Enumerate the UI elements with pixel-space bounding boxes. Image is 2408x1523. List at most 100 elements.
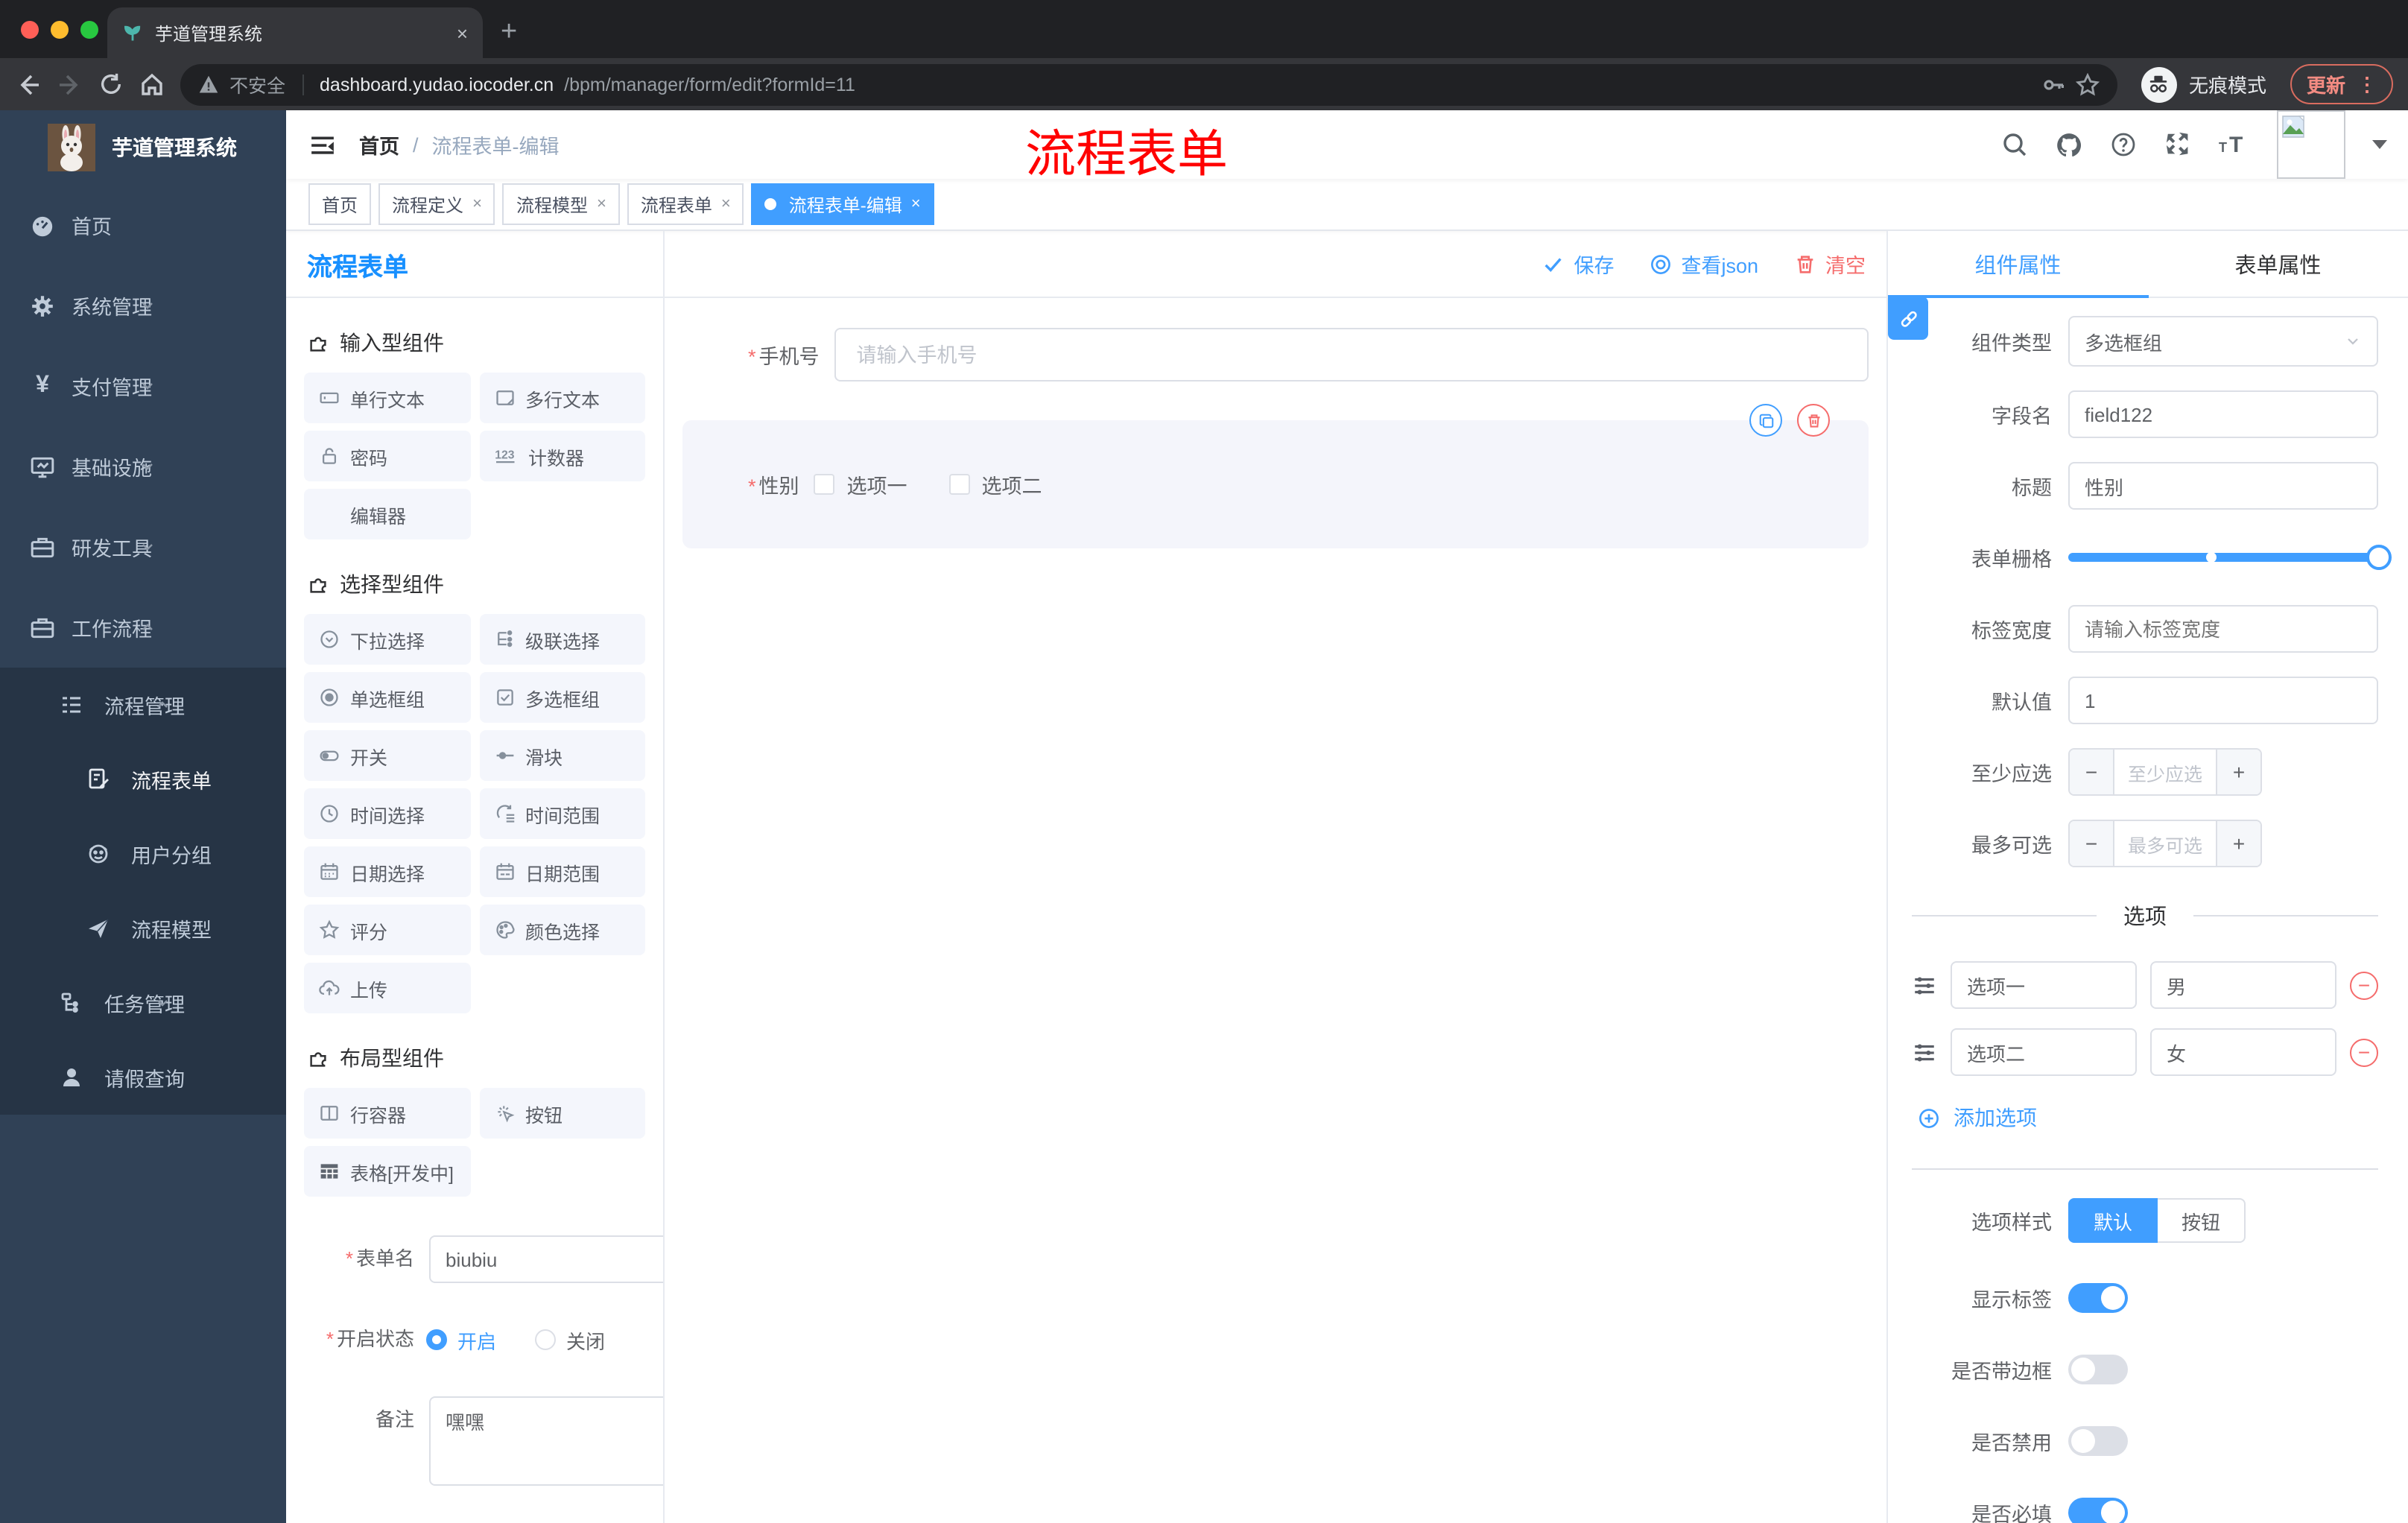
palette-item-date-range[interactable]: 日期范围 (479, 846, 645, 897)
palette-item-password[interactable]: 密码 (304, 431, 470, 481)
help-icon[interactable] (2110, 131, 2137, 158)
tag-process-definition[interactable]: 流程定义 × (378, 183, 495, 225)
save-button[interactable]: 保存 (1542, 249, 1614, 279)
form-remark-textarea[interactable]: 嘿嘿 (429, 1396, 663, 1486)
font-size-icon[interactable]: TT (2217, 131, 2250, 158)
sidebar-item-home[interactable]: 首页 (0, 185, 286, 265)
copy-component-button[interactable] (1749, 404, 1782, 437)
title-input[interactable] (2068, 462, 2378, 510)
stepper-increase-button[interactable]: + (2216, 750, 2260, 794)
sidebar-item-devtools[interactable]: 研发工具 (0, 507, 286, 587)
default-value-input[interactable] (2068, 677, 2378, 724)
canvas-field-gender-selected[interactable]: * 性别 选项一 选项二 (682, 404, 1869, 548)
palette-item-table[interactable]: 表格[开发中] (304, 1146, 470, 1197)
sidebar-fold-icon[interactable] (310, 132, 335, 157)
tag-process-form-edit[interactable]: 流程表单-编辑 × (751, 183, 934, 225)
status-radio-on[interactable]: 开启 (426, 1326, 496, 1354)
tab-close-icon[interactable]: × (457, 22, 468, 44)
palette-item-date-picker[interactable]: 日期选择 (304, 846, 470, 897)
browser-tab[interactable]: 芋道管理系统 × (107, 7, 483, 58)
status-radio-off[interactable]: 关闭 (535, 1326, 605, 1354)
tag-process-form[interactable]: 流程表单 × (627, 183, 744, 225)
disabled-toggle[interactable] (2068, 1426, 2128, 1456)
tag-close-icon[interactable]: × (911, 195, 921, 213)
tab-form-props[interactable]: 表单属性 (2148, 248, 2408, 279)
palette-item-color-picker[interactable]: 颜色选择 (479, 905, 645, 955)
browser-menu-icon[interactable]: ⋮ (2357, 72, 2377, 96)
palette-item-upload[interactable]: 上传 (304, 963, 470, 1013)
password-key-icon[interactable] (2041, 72, 2065, 96)
minimize-window-button[interactable] (51, 21, 69, 39)
palette-item-single-line-text[interactable]: 单行文本 (304, 373, 470, 423)
sidebar-item-process-model[interactable]: 流程模型 (0, 891, 286, 966)
drag-handle-icon[interactable] (1912, 1039, 1937, 1065)
tag-close-icon[interactable]: × (721, 195, 731, 213)
link-icon[interactable] (1888, 297, 1928, 340)
component-type-select[interactable]: 多选框组 (2068, 316, 2378, 367)
label-width-input[interactable] (2068, 605, 2378, 653)
tag-process-model[interactable]: 流程模型 × (502, 183, 620, 225)
option-name-input[interactable] (1951, 1028, 2137, 1076)
address-bar[interactable]: 不安全 dashboard.yudao.iocoder.cn/bpm/manag… (180, 63, 2117, 105)
sidebar-item-payment[interactable]: ¥ 支付管理 (0, 346, 286, 426)
phone-input[interactable] (834, 328, 1869, 381)
sidebar-item-workflow[interactable]: 工作流程 (0, 587, 286, 668)
tag-close-icon[interactable]: × (597, 195, 606, 213)
canvas-field-phone[interactable]: * 手机号 (682, 328, 1869, 381)
sidebar-item-leave-query[interactable]: 请假查询 (0, 1040, 286, 1115)
sidebar-item-task-management[interactable]: 任务管理 (0, 966, 286, 1040)
clear-button[interactable]: 清空 (1794, 249, 1866, 279)
stepper-decrease-button[interactable]: − (2070, 821, 2114, 866)
back-icon[interactable] (15, 71, 42, 98)
palette-item-button[interactable]: 按钮 (479, 1088, 645, 1139)
maximize-window-button[interactable] (80, 21, 98, 39)
show-label-toggle[interactable] (2068, 1283, 2128, 1313)
add-option-button[interactable]: 添加选项 (1918, 1103, 2378, 1133)
required-toggle[interactable] (2068, 1498, 2128, 1523)
new-tab-button[interactable]: + (501, 16, 517, 49)
palette-item-multi-line-text[interactable]: 多行文本 (479, 373, 645, 423)
remove-option-button[interactable]: − (2350, 1038, 2378, 1066)
option-value-input[interactable] (2150, 961, 2336, 1009)
palette-item-switch[interactable]: 开关 (304, 730, 470, 781)
delete-component-button[interactable] (1797, 404, 1830, 437)
min-select-value[interactable]: 至少应选 (2114, 750, 2216, 794)
avatar-caret-icon[interactable] (2372, 140, 2387, 149)
stepper-decrease-button[interactable]: − (2070, 750, 2114, 794)
palette-item-row-container[interactable]: 行容器 (304, 1088, 470, 1139)
palette-item-checkbox-group[interactable]: 多选框组 (479, 672, 645, 723)
tab-component-props[interactable]: 组件属性 (1888, 248, 2148, 279)
palette-item-select[interactable]: 下拉选择 (304, 614, 470, 665)
sidebar-item-process-form[interactable]: 流程表单 (0, 742, 286, 817)
forward-icon[interactable] (57, 71, 83, 98)
with-border-toggle[interactable] (2068, 1355, 2128, 1384)
palette-item-time-picker[interactable]: 时间选择 (304, 788, 470, 839)
palette-item-slider[interactable]: 滑块 (479, 730, 645, 781)
option-name-input[interactable] (1951, 961, 2137, 1009)
form-name-input[interactable] (429, 1235, 663, 1283)
tag-home[interactable]: 首页 (308, 183, 372, 225)
close-window-button[interactable] (21, 21, 39, 39)
form-grid-slider[interactable] (2068, 533, 2392, 581)
style-button-button[interactable]: 按钮 (2158, 1198, 2246, 1243)
max-select-value[interactable]: 最多可选 (2114, 821, 2216, 866)
sidebar-item-process-management[interactable]: 流程管理 (0, 668, 286, 742)
sidebar-item-infrastructure[interactable]: 基础设施 (0, 426, 286, 507)
fullscreen-icon[interactable] (2164, 131, 2190, 158)
browser-update-button[interactable]: 更新 ⋮ (2290, 64, 2393, 104)
option-value-input[interactable] (2150, 1028, 2336, 1076)
bookmark-star-icon[interactable] (2075, 72, 2100, 96)
tag-close-icon[interactable]: × (472, 195, 482, 213)
sidebar-item-system[interactable]: 系统管理 (0, 265, 286, 346)
palette-item-cascader[interactable]: 级联选择 (479, 614, 645, 665)
view-json-button[interactable]: 查看json (1650, 249, 1758, 279)
home-icon[interactable] (139, 71, 165, 98)
breadcrumb-home[interactable]: 首页 (359, 130, 399, 159)
github-icon[interactable] (2055, 130, 2083, 159)
security-label[interactable]: 不安全 (229, 70, 285, 98)
drag-handle-icon[interactable] (1912, 972, 1937, 998)
gender-option1-checkbox[interactable]: 选项一 (814, 469, 907, 499)
palette-item-time-range[interactable]: 时间范围 (479, 788, 645, 839)
stepper-increase-button[interactable]: + (2216, 821, 2260, 866)
style-default-button[interactable]: 默认 (2068, 1198, 2158, 1243)
